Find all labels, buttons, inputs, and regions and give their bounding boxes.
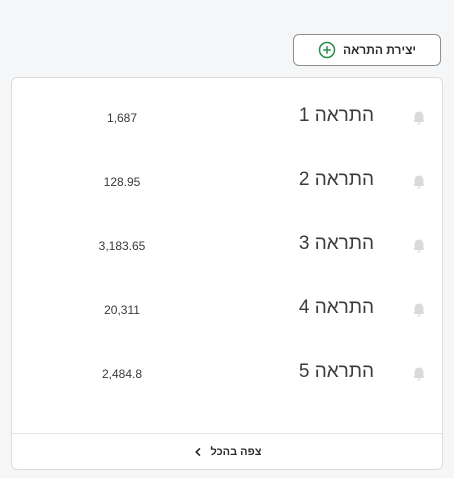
alert-value: 128.95 — [103, 175, 141, 189]
view-all-button[interactable]: צפה בהכל — [12, 433, 442, 469]
plus-circle-icon — [318, 41, 336, 59]
alerts-card: התראה 1 1,687 התראה 2 128.95 התראה 3 3,1… — [11, 77, 443, 470]
alert-value: 3,183.65 — [98, 239, 146, 253]
create-alert-button[interactable]: יצירת התראה — [293, 34, 441, 66]
alert-row[interactable]: התראה 3 3,183.65 — [12, 218, 442, 274]
alert-name: התראה 2 — [298, 169, 374, 190]
alert-row[interactable]: התראה 1 1,687 — [12, 90, 442, 146]
bell-icon — [410, 109, 428, 127]
bell-icon — [410, 301, 428, 319]
create-alert-label: יצירת התראה — [343, 43, 416, 57]
alert-name: התראה 3 — [298, 233, 374, 254]
alert-row[interactable]: התראה 4 20,311 — [12, 282, 442, 338]
bell-icon — [410, 237, 428, 255]
alert-row[interactable]: התראה 5 2,484.8 — [12, 346, 442, 402]
alerts-widget: יצירת התראה התראה 1 1,687 התראה 2 128.95 — [0, 0, 454, 478]
alert-name: התראה 4 — [298, 297, 374, 318]
view-all-label: צפה בהכל — [210, 445, 262, 458]
alert-row[interactable]: התראה 2 128.95 — [12, 154, 442, 210]
alert-value: 1,687 — [106, 111, 138, 125]
alert-name: התראה 5 — [298, 361, 374, 382]
bell-icon — [410, 365, 428, 383]
alert-name: התראה 1 — [298, 105, 374, 126]
bell-icon — [410, 173, 428, 191]
alert-value: 20,311 — [104, 303, 140, 317]
chevron-left-icon — [193, 447, 203, 457]
alert-value: 2,484.8 — [101, 367, 143, 381]
